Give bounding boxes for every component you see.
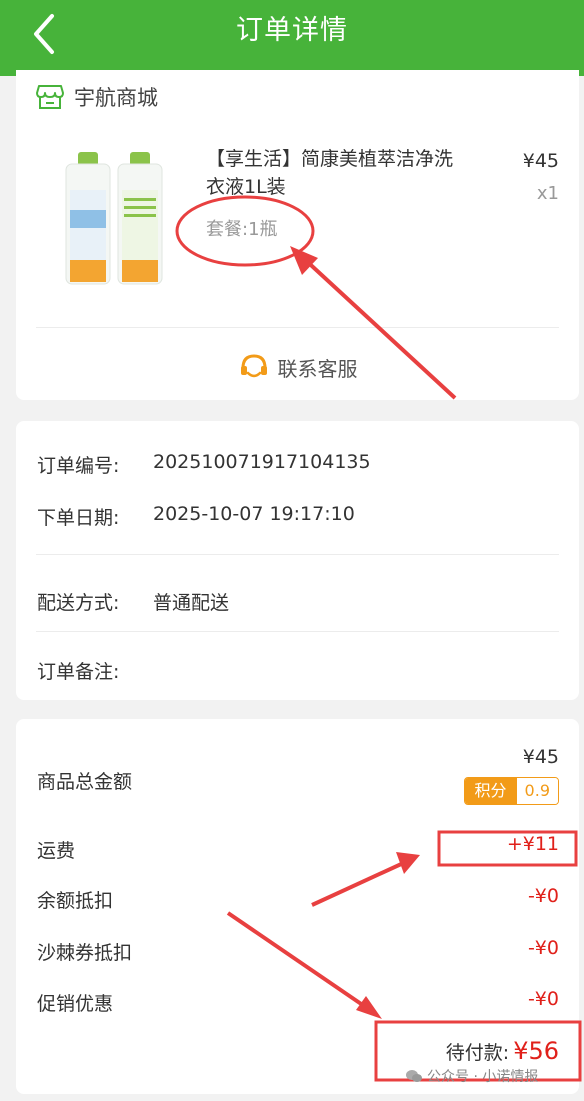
contact-service-label: 联系客服 xyxy=(277,356,358,381)
order-date: 2025-10-07 19:17:10 xyxy=(153,503,355,525)
app-header: 订单详情 xyxy=(0,0,584,76)
coupon-deduction-label: 沙棘券抵扣 xyxy=(37,942,133,964)
store-name: 宇航商城 xyxy=(74,86,158,110)
product-quantity: x1 xyxy=(536,183,559,204)
payment-summary-card: 商品总金额 ¥45 积分 0.9 运费 +¥11 余额抵扣 -¥0 沙棘券抵扣 … xyxy=(16,719,579,1094)
points-label: 积分 xyxy=(464,778,517,804)
order-remark-label: 订单备注: xyxy=(37,661,120,683)
pending-payment-label: 待付款: xyxy=(445,1042,510,1064)
promotion-label: 促销优惠 xyxy=(37,993,114,1015)
product-card: 宇航商城 【享生活】简康美植萃洁净洗衣液1L装 套餐:1瓶 ¥45 x1 联系客… xyxy=(16,70,579,400)
delivery-method: 普通配送 xyxy=(153,592,230,614)
headset-icon xyxy=(240,354,267,378)
goods-total: ¥45 xyxy=(522,746,559,768)
promotion-discount: -¥0 xyxy=(527,988,559,1010)
product-price: ¥45 xyxy=(522,150,559,172)
divider xyxy=(36,554,559,555)
watermark-text: 公众号 · 小诺情报 xyxy=(427,1069,539,1085)
store-row[interactable]: 宇航商城 xyxy=(36,82,158,112)
order-date-label: 下单日期: xyxy=(37,507,120,529)
shipping-label: 运费 xyxy=(37,840,76,862)
watermark: 公众号 · 小诺情报 xyxy=(405,1066,538,1086)
goods-total-label: 商品总金额 xyxy=(37,771,133,793)
product-title[interactable]: 【享生活】简康美植萃洁净洗衣液1L装 xyxy=(206,145,456,201)
order-number: 202510071917104135 xyxy=(153,451,371,473)
divider xyxy=(36,631,559,632)
pending-payment-amount: ¥56 xyxy=(513,1037,559,1065)
product-image[interactable] xyxy=(64,150,164,285)
contact-service-button[interactable]: 联系客服 xyxy=(16,345,579,389)
order-info-card: 订单编号: 202510071917104135 下单日期: 2025-10-0… xyxy=(16,421,579,700)
divider xyxy=(36,327,559,328)
balance-deduction: -¥0 xyxy=(527,885,559,907)
wechat-icon xyxy=(406,1070,422,1082)
product-spec: 套餐:1瓶 xyxy=(206,219,278,240)
balance-deduction-label: 余额抵扣 xyxy=(37,890,114,912)
points-badge: 积分 0.9 xyxy=(463,777,559,805)
store-icon xyxy=(36,85,64,109)
shipping-fee: +¥11 xyxy=(506,833,559,855)
delivery-method-label: 配送方式: xyxy=(37,592,120,614)
coupon-deduction: -¥0 xyxy=(527,937,559,959)
order-number-label: 订单编号: xyxy=(37,455,120,477)
page-title: 订单详情 xyxy=(236,15,348,46)
points-value: 0.9 xyxy=(516,778,558,804)
pending-payment-row: 待付款: ¥56 xyxy=(446,1037,559,1065)
